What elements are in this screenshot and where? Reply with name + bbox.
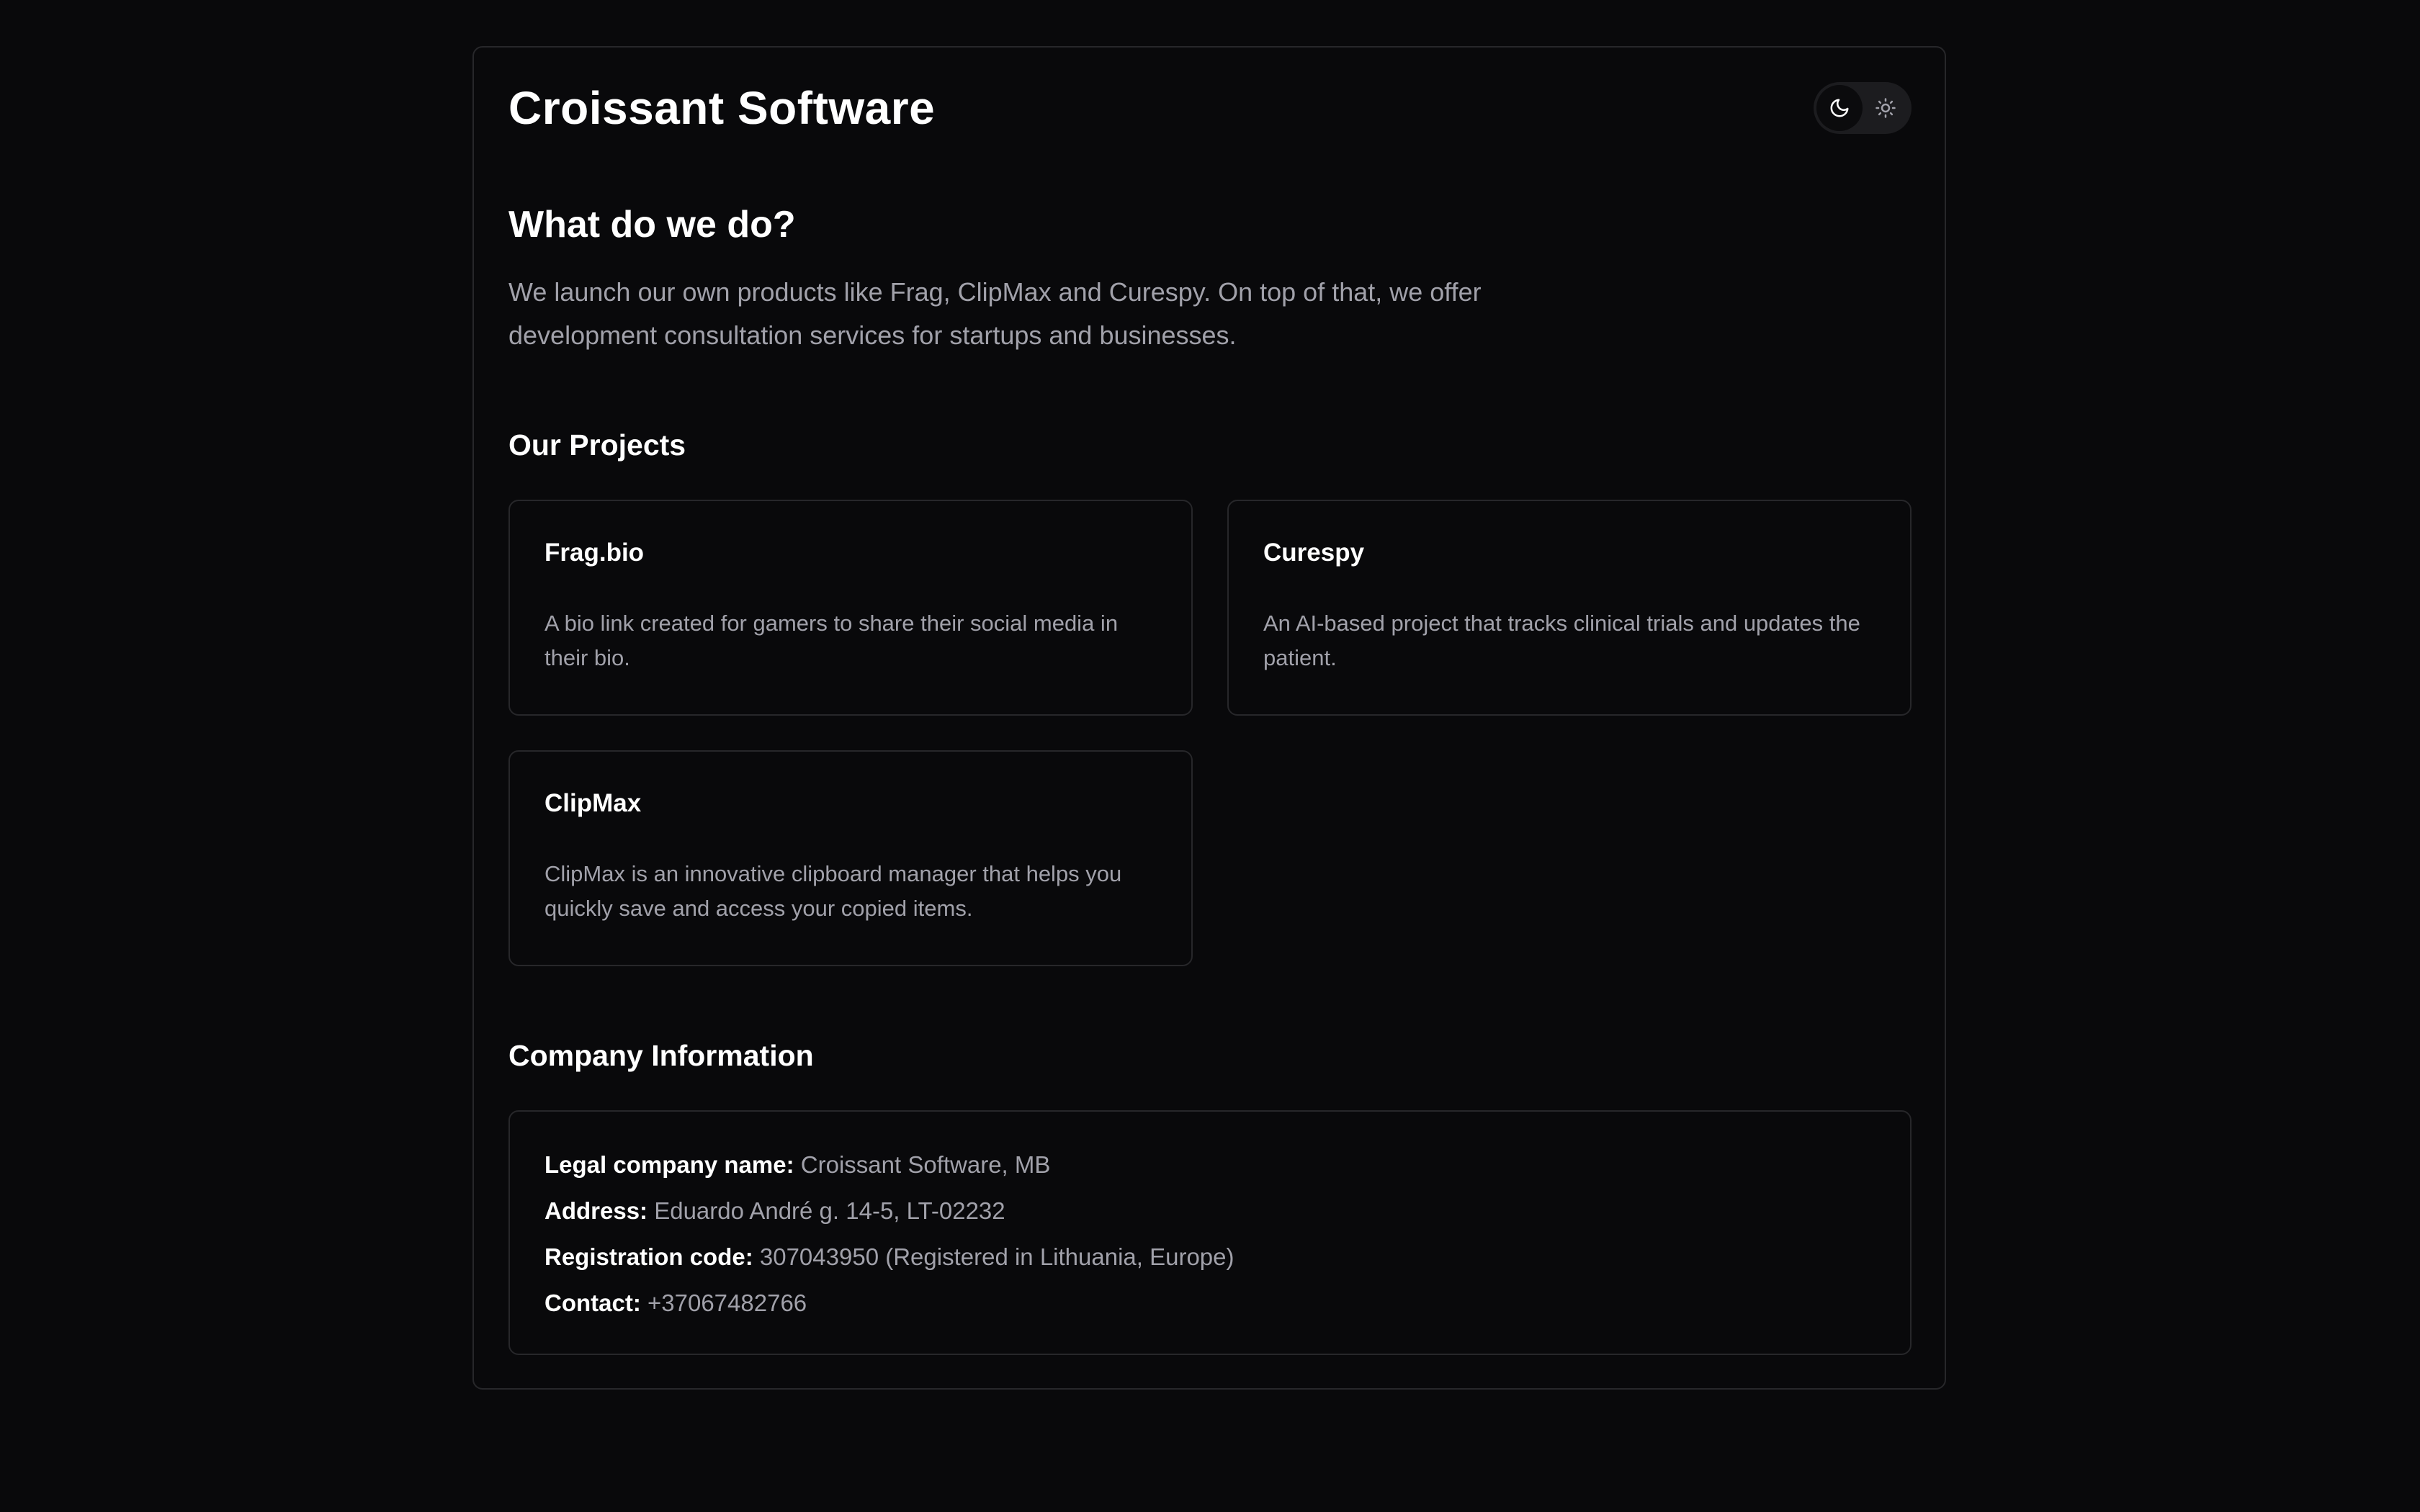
dark-mode-button[interactable]: [1816, 85, 1863, 131]
about-heading: What do we do?: [508, 204, 796, 246]
company-info-box: Legal company name: Croissant Software, …: [508, 1110, 1912, 1355]
info-value[interactable]: +37067482766: [647, 1290, 807, 1316]
light-mode-button[interactable]: [1863, 85, 1909, 131]
project-description: An AI-based project that tracks clinical…: [1263, 611, 1860, 670]
project-title: Curespy: [1263, 539, 1365, 567]
project-title: ClipMax: [544, 789, 642, 817]
project-card-clipmax[interactable]: ClipMax ClipMax is an innovative clipboa…: [508, 750, 1193, 966]
site-title: Croissant Software: [508, 82, 936, 134]
info-value: Eduardo André g. 14-5, LT-02232: [654, 1197, 1005, 1224]
info-label: Contact:: [544, 1290, 641, 1316]
info-row-registration-code: Registration code: 307043950 (Registered…: [544, 1240, 1234, 1274]
info-row-legal-name: Legal company name: Croissant Software, …: [544, 1148, 1050, 1182]
sun-icon: [1876, 98, 1896, 118]
info-row-address: Address: Eduardo André g. 14-5, LT-02232: [544, 1194, 1005, 1228]
info-value: 307043950 (Registered in Lithuania, Euro…: [759, 1243, 1234, 1270]
project-card-curespy[interactable]: Curespy An AI-based project that tracks …: [1227, 500, 1912, 716]
moon-icon: [1830, 99, 1849, 117]
theme-toggle: [1814, 82, 1912, 134]
project-description: A bio link created for gamers to share t…: [544, 611, 1119, 670]
info-label: Address:: [544, 1197, 648, 1224]
company-heading: Company Information: [508, 1039, 814, 1072]
project-description: ClipMax is an innovative clipboard manag…: [544, 861, 1122, 921]
info-label: Legal company name:: [544, 1151, 794, 1178]
about-text: We launch our own products like Frag, Cl…: [508, 277, 1482, 350]
info-value: Croissant Software, MB: [800, 1151, 1051, 1178]
info-label: Registration code:: [544, 1243, 753, 1270]
projects-heading: Our Projects: [508, 428, 686, 462]
info-row-contact: Contact: +37067482766: [544, 1286, 807, 1320]
project-title: Frag.bio: [544, 539, 645, 567]
project-card-frag[interactable]: Frag.bio A bio link created for gamers t…: [508, 500, 1193, 716]
